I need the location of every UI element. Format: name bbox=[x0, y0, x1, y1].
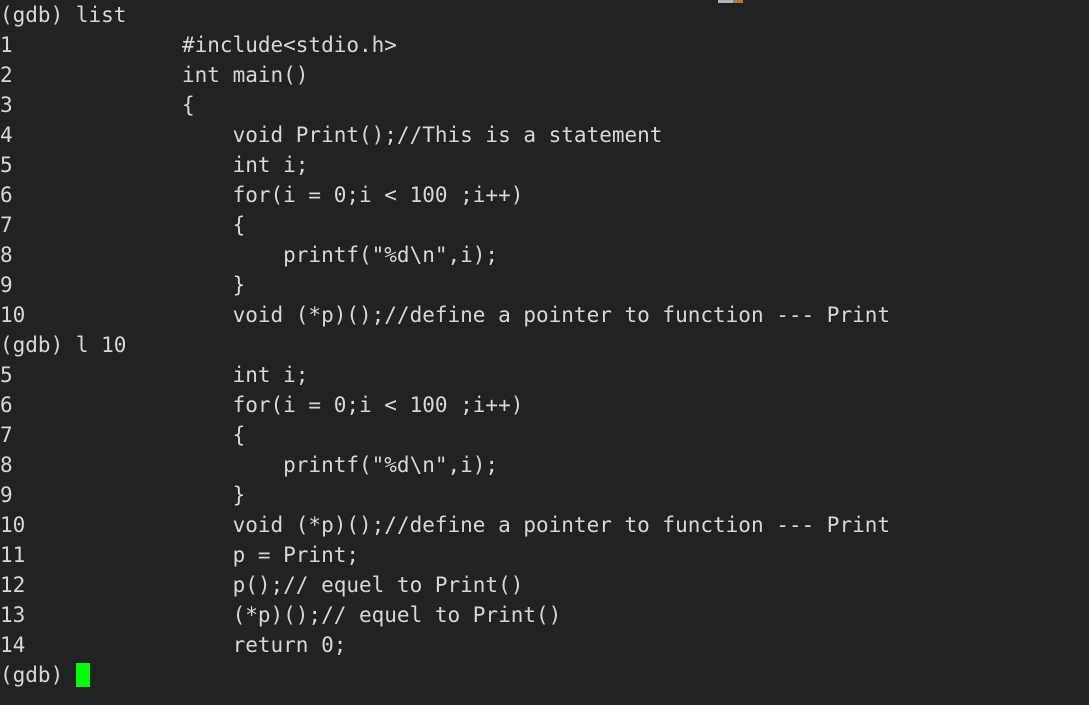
source-line: 4 void Print();//This is a statement bbox=[0, 120, 1089, 150]
source-line: 3{ bbox=[0, 90, 1089, 120]
terminal-content: (gdb) list 1 #include<stdio.h> 2 int main() 3… bbox=[0, 0, 1089, 690]
source-line: 8 printf("%d\n",i); bbox=[0, 450, 1089, 480]
source-line-code: { bbox=[182, 93, 195, 117]
source-line-code: p = Print; bbox=[182, 543, 360, 567]
source-line: 11 p = Print; bbox=[0, 540, 1089, 570]
source-line: 9 } bbox=[0, 480, 1089, 510]
source-line: 10 void (*p)();//define a pointer to fun… bbox=[0, 300, 1089, 330]
source-line-code: #include<stdio.h> bbox=[182, 33, 397, 57]
gdb-prompt-command: (gdb) list bbox=[0, 3, 127, 27]
source-line-code: printf("%d\n",i); bbox=[182, 453, 499, 477]
source-line: 1 #include<stdio.h> bbox=[0, 30, 1089, 60]
gdb-command-line: (gdb) l 10 bbox=[0, 330, 1089, 360]
source-line-code: (*p)();// equel to Print() bbox=[182, 603, 562, 627]
source-line-number: 9 bbox=[0, 483, 13, 507]
source-line-code: { bbox=[182, 423, 246, 447]
source-line-code: void Print();//This is a statement bbox=[182, 123, 663, 147]
source-line-number: 8 bbox=[0, 243, 13, 267]
source-line: 8 printf("%d\n",i); bbox=[0, 240, 1089, 270]
source-line-number: 5 bbox=[0, 153, 13, 177]
source-line-number: 13 bbox=[0, 603, 26, 627]
source-line: 9 } bbox=[0, 270, 1089, 300]
source-line-code: for(i = 0;i < 100 ;i++) bbox=[182, 183, 524, 207]
source-line: 7 { bbox=[0, 210, 1089, 240]
source-line-code: } bbox=[182, 273, 246, 297]
source-line-number: 12 bbox=[0, 573, 26, 597]
source-line-code: int i; bbox=[182, 363, 309, 387]
source-line-number: 14 bbox=[0, 633, 26, 657]
source-line-number: 3 bbox=[0, 93, 13, 117]
text-cursor[interactable] bbox=[75, 663, 90, 687]
source-line: 13 (*p)();// equel to Print() bbox=[0, 600, 1089, 630]
source-line-number: 9 bbox=[0, 273, 13, 297]
source-line-number: 11 bbox=[0, 543, 26, 567]
source-line-code: void (*p)();//define a pointer to functi… bbox=[182, 303, 891, 327]
gdb-terminal[interactable]: (gdb) list 1 #include<stdio.h> 2 int main() 3… bbox=[0, 0, 1089, 705]
source-line: 6 for(i = 0;i < 100 ;i++) bbox=[0, 390, 1089, 420]
gdb-prompt: (gdb) bbox=[0, 663, 76, 687]
source-line-number: 10 bbox=[0, 513, 26, 537]
source-line: 10 void (*p)();//define a pointer to fun… bbox=[0, 510, 1089, 540]
source-line-number: 7 bbox=[0, 423, 13, 447]
source-line-code: void (*p)();//define a pointer to functi… bbox=[182, 513, 891, 537]
source-line-number: 1 bbox=[0, 33, 13, 57]
source-line: 5 int i; bbox=[0, 150, 1089, 180]
source-line-code: p();// equel to Print() bbox=[182, 573, 524, 597]
source-line-code: int i; bbox=[182, 153, 309, 177]
source-line-number: 5 bbox=[0, 363, 13, 387]
source-line: 6 for(i = 0;i < 100 ;i++) bbox=[0, 180, 1089, 210]
gdb-prompt-command: (gdb) l 10 bbox=[0, 333, 127, 357]
source-line-code: } bbox=[182, 483, 246, 507]
source-line: 12 p();// equel to Print() bbox=[0, 570, 1089, 600]
source-line-number: 10 bbox=[0, 303, 26, 327]
source-line: 7 { bbox=[0, 420, 1089, 450]
scrolled-off-line-remnant bbox=[718, 0, 743, 3]
source-line-code: { bbox=[182, 213, 246, 237]
source-line-code: return 0; bbox=[182, 633, 347, 657]
source-line: 5 int i; bbox=[0, 360, 1089, 390]
source-line-code: for(i = 0;i < 100 ;i++) bbox=[182, 393, 524, 417]
source-line-number: 2 bbox=[0, 63, 13, 87]
source-line: 2 int main() bbox=[0, 60, 1089, 90]
source-line-code: int main() bbox=[182, 63, 309, 87]
source-line-code: printf("%d\n",i); bbox=[182, 243, 499, 267]
source-line-number: 6 bbox=[0, 393, 13, 417]
gdb-command-line: (gdb) list bbox=[0, 0, 1089, 30]
gdb-active-prompt-line: (gdb) bbox=[0, 660, 1089, 690]
source-line-number: 8 bbox=[0, 453, 13, 477]
source-line: 14 return 0; bbox=[0, 630, 1089, 660]
source-line-number: 4 bbox=[0, 123, 13, 147]
source-line-number: 6 bbox=[0, 183, 13, 207]
source-line-number: 7 bbox=[0, 213, 13, 237]
